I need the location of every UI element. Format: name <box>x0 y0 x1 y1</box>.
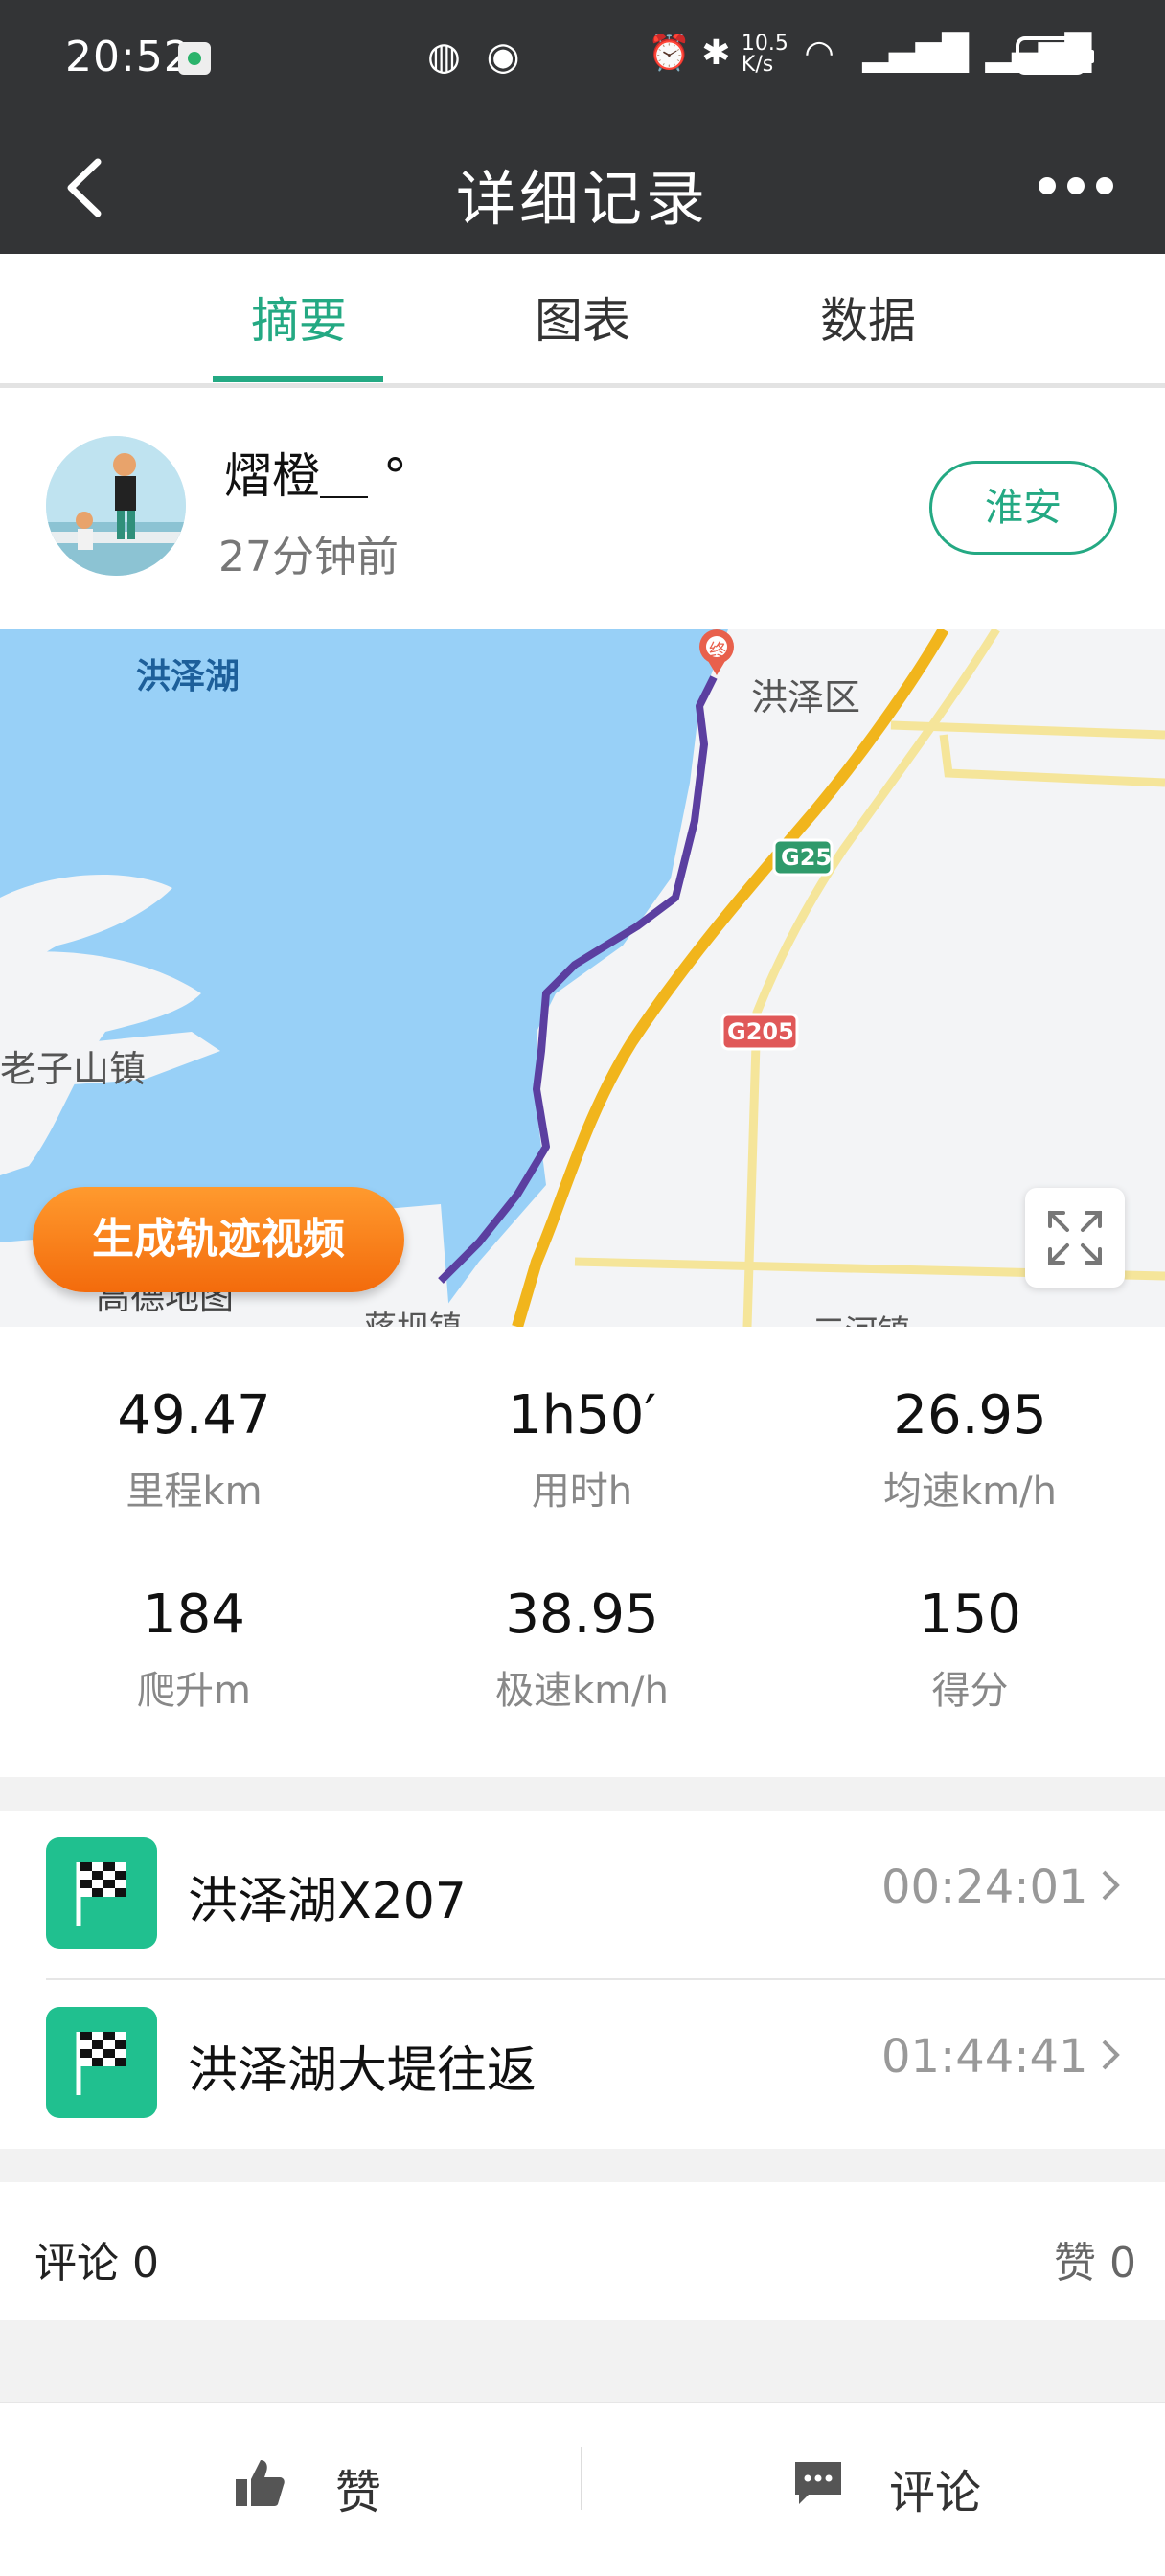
status-time: 20:52 <box>65 33 192 81</box>
tab-charts[interactable]: 图表 <box>487 283 678 352</box>
divider <box>581 2447 582 2510</box>
more-dot-icon <box>1039 177 1056 194</box>
stat-value: 1h50′ <box>507 1384 657 1447</box>
comments-summary: 评论 0 赞 0 <box>0 2182 1165 2320</box>
page-title: 详细记录 <box>455 164 709 234</box>
stat-avg-speed: 26.95 均速km/h <box>776 1384 1164 1516</box>
map-label-lake: 洪泽湖 <box>136 657 240 696</box>
net-speed: 10.5 K/s <box>741 32 788 77</box>
signal-icon: ▂▄▆█ <box>862 34 969 73</box>
comment-count[interactable]: 评论 0 <box>34 2228 159 2290</box>
generate-track-video-button[interactable]: 生成轨迹视频 <box>33 1187 404 1292</box>
chevron-right-icon <box>1102 2040 1120 2070</box>
more-options-button[interactable] <box>1039 177 1125 196</box>
tab-bar: 摘要 图表 数据 <box>0 254 1165 388</box>
tab-summary[interactable]: 摘要 <box>203 283 395 352</box>
end-marker-label: 终 <box>709 641 726 661</box>
stat-value: 49.47 <box>117 1384 271 1447</box>
comment-button[interactable]: 评论 <box>889 2454 981 2521</box>
route-map[interactable]: 终 洪泽湖 洪泽区 老子山镇 蒋坝镇 三河镇 G25 G205 高德地图 生成轨… <box>0 629 1165 1327</box>
avatar-image <box>46 436 186 576</box>
tab-data[interactable]: 数据 <box>772 283 964 352</box>
map-label-town: 老子山镇 <box>0 1048 147 1090</box>
chevron-right-icon <box>1102 1870 1120 1901</box>
segment-list: 洪泽湖X207 00:24:01 洪泽湖大堤往返 01:44:41 <box>0 1811 1165 2149</box>
data-saver-icon: ◍ <box>427 34 461 79</box>
fullscreen-button[interactable] <box>1025 1188 1125 1288</box>
map-label-town-bottom-left: 蒋坝镇 <box>364 1302 462 1327</box>
like-count[interactable]: 赞 0 <box>1054 2228 1136 2290</box>
stat-score: 150 得分 <box>776 1584 1164 1715</box>
username: 熠橙＿ ° <box>224 448 407 504</box>
stat-label: 极速km/h <box>495 1669 669 1713</box>
stat-duration: 1h50′ 用时h <box>388 1384 776 1516</box>
segment-name: 洪泽湖X207 <box>188 1873 467 1930</box>
segment-item[interactable]: 洪泽湖大堤往返 01:44:41 <box>0 1980 1165 2148</box>
map-label-town-bottom-right: 三河镇 <box>812 1306 910 1327</box>
user-row: 熠橙＿ ° 27分钟前 淮安 <box>0 388 1165 629</box>
stat-label: 得分 <box>931 1669 1009 1713</box>
eye-icon: ◉ <box>486 34 520 79</box>
stat-label: 均速km/h <box>883 1470 1057 1514</box>
segment-item[interactable]: 洪泽湖X207 00:24:01 <box>0 1811 1165 1978</box>
stat-value: 26.95 <box>893 1384 1047 1447</box>
stat-climb: 184 爬升m <box>0 1584 388 1715</box>
road-badge-g25: G25 <box>781 844 833 871</box>
more-dot-icon <box>1096 177 1113 194</box>
stat-value: 184 <box>143 1584 245 1646</box>
road-badge-g205: G205 <box>727 1018 794 1045</box>
stat-max-speed: 38.95 极速km/h <box>388 1584 776 1715</box>
stat-value: 150 <box>919 1584 1021 1646</box>
bluetooth-icon: ✱ <box>701 34 731 73</box>
title-bar: 详细记录 <box>0 120 1165 254</box>
like-button[interactable]: 赞 <box>335 2454 381 2521</box>
bottom-action-bar: 赞 评论 <box>0 2402 1165 2576</box>
status-icons-middle: ◍ ◉ <box>427 34 520 79</box>
thumbs-up-icon[interactable] <box>232 2456 286 2510</box>
comment-icon[interactable] <box>791 2456 845 2510</box>
battery-icon: 40 <box>1016 36 1094 75</box>
avatar[interactable] <box>46 436 186 576</box>
map-label-district: 洪泽区 <box>751 676 861 718</box>
app-notification-icon <box>178 42 211 75</box>
segment-duration: 00:24:01 <box>881 1860 1088 1914</box>
stat-distance: 49.47 里程km <box>0 1384 388 1516</box>
tab-active-indicator <box>213 376 383 382</box>
wifi-icon: ◠ <box>804 34 834 73</box>
stat-label: 用时h <box>531 1470 633 1514</box>
segment-name: 洪泽湖大堤往返 <box>188 2042 537 2100</box>
location-button[interactable]: 淮安 <box>929 461 1117 555</box>
time-ago: 27分钟前 <box>218 533 399 581</box>
more-dot-icon <box>1067 177 1085 194</box>
stat-label: 爬升m <box>137 1669 251 1713</box>
stat-label: 里程km <box>126 1470 263 1514</box>
alarm-icon: ⏰ <box>648 34 691 73</box>
expand-icon <box>1048 1211 1102 1265</box>
segment-duration: 01:44:41 <box>881 2030 1088 2084</box>
stats-panel: 49.47 里程km 1h50′ 用时h 26.95 均速km/h 184 爬升… <box>0 1327 1165 1777</box>
checkered-flag-icon <box>46 1837 157 1949</box>
stat-value: 38.95 <box>505 1584 659 1646</box>
status-bar: 20:52 ◍ ◉ ⏰ ✱ 10.5 K/s ◠ ▂▄▆█ ▂▄▆█ 40 <box>0 0 1165 120</box>
checkered-flag-icon <box>46 2007 157 2118</box>
